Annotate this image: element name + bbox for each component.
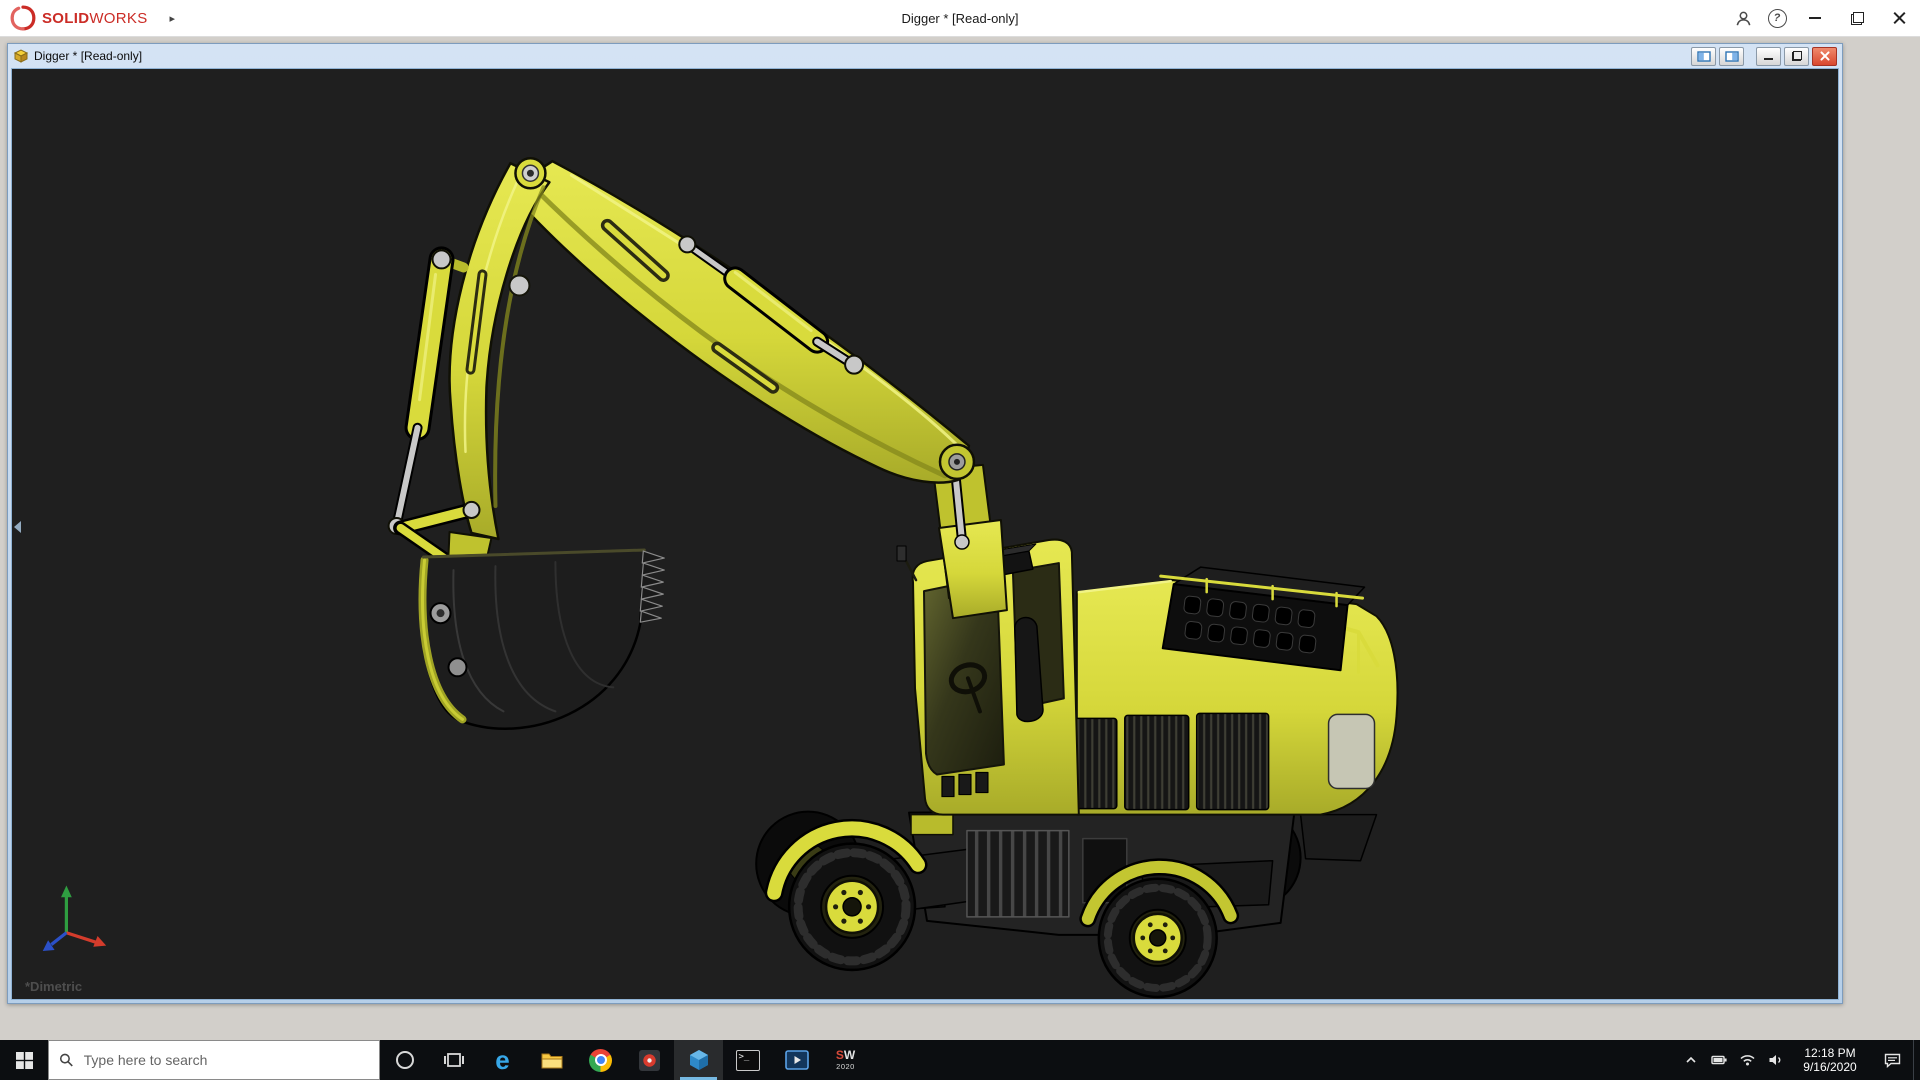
brand-name: SOLIDWORKS (42, 10, 148, 27)
pinned-app-button-blue[interactable] (772, 1040, 821, 1080)
show-desktop-button[interactable] (1913, 1040, 1920, 1080)
cortana-button[interactable] (380, 1040, 429, 1080)
side-grille (1197, 713, 1269, 809)
edge-button[interactable]: e (478, 1040, 527, 1080)
action-center-icon (1883, 1052, 1902, 1069)
side-grille (1125, 715, 1189, 809)
menu-flyout-arrow-icon[interactable]: ▸ (170, 12, 176, 25)
chrome-button[interactable] (576, 1040, 625, 1080)
file-explorer-icon (540, 1049, 564, 1071)
close-icon (1893, 12, 1906, 25)
screen: SOLIDWORKS ▸ Digger * [Read-only] ? (0, 0, 1920, 1080)
part-document-icon (13, 48, 29, 64)
collapsed-panel-arrow[interactable] (14, 521, 21, 533)
battery-icon (1711, 1052, 1728, 1068)
solidworks-2020-button[interactable]: SW 2020 (821, 1040, 870, 1080)
red-app-icon (638, 1049, 661, 1072)
rear-panel (1329, 714, 1375, 788)
search-input[interactable] (82, 1051, 369, 1069)
account-button[interactable] (1726, 0, 1760, 36)
task-view-icon (443, 1049, 465, 1071)
document-titlebar[interactable]: Digger * [Read-only] (8, 44, 1842, 68)
minimize-icon (1764, 58, 1773, 60)
windows-start-icon (16, 1052, 33, 1069)
start-button[interactable] (0, 1040, 48, 1080)
cortana-icon (394, 1049, 416, 1071)
network-status[interactable] (1733, 1040, 1761, 1080)
tray-overflow-button[interactable] (1677, 1040, 1705, 1080)
help-icon: ? (1768, 9, 1787, 28)
media-app-icon (785, 1050, 809, 1070)
graphics-viewport[interactable]: *Dimetric (11, 68, 1839, 1000)
app-close-button[interactable] (1878, 0, 1920, 36)
boom-base-pivot[interactable] (940, 445, 974, 479)
document-title: Digger * [Read-only] (34, 49, 142, 63)
boom-top-pivot[interactable] (515, 158, 545, 188)
bucket[interactable] (421, 532, 664, 729)
task-view-button[interactable] (429, 1040, 478, 1080)
workspace-background: Digger * [Read-only] (0, 36, 1920, 1040)
mirror (897, 546, 906, 561)
app-restore-button[interactable] (1836, 0, 1878, 36)
taskbar: e >_ (0, 1040, 1920, 1080)
volume-status[interactable] (1761, 1040, 1789, 1080)
view-orientation-label: *Dimetric (25, 979, 82, 994)
viewport-layout-icon-2 (1725, 51, 1739, 62)
solidworks-app-icon (687, 1048, 711, 1072)
minimize-icon (1809, 17, 1821, 19)
solidworks-taskbar-button[interactable] (674, 1040, 723, 1080)
solidworks-2020-icon: SW 2020 (836, 1049, 855, 1071)
excavator-model[interactable] (12, 69, 1838, 999)
boom-arm[interactable] (508, 161, 968, 482)
front-wheel[interactable] (789, 844, 915, 970)
orientation-triad[interactable] (32, 879, 118, 965)
taskbar-clock[interactable]: 12:18 PM 9/16/2020 (1789, 1046, 1871, 1074)
restore-icon (1792, 51, 1802, 61)
command-prompt-icon: >_ (736, 1050, 760, 1071)
doc-minimize-button[interactable] (1756, 47, 1781, 66)
edge-icon: e (495, 1047, 509, 1073)
wifi-icon (1739, 1052, 1756, 1068)
action-center-button[interactable] (1871, 1040, 1913, 1080)
y-axis-icon (61, 885, 72, 897)
document-window-controls (1688, 47, 1837, 66)
file-explorer-button[interactable] (527, 1040, 576, 1080)
doc-close-button[interactable] (1812, 47, 1837, 66)
viewport-layout-button-2[interactable] (1719, 47, 1744, 66)
taskbar-search[interactable] (48, 1040, 380, 1080)
search-icon (59, 1052, 74, 1068)
restore-icon (1851, 12, 1864, 25)
clock-date: 9/16/2020 (1789, 1060, 1871, 1074)
app-window-title: Digger * [Read-only] (0, 11, 1920, 26)
user-icon (1734, 9, 1753, 28)
brand: SOLIDWORKS ▸ (0, 5, 175, 31)
doc-restore-button[interactable] (1784, 47, 1809, 66)
app-minimize-button[interactable] (1794, 0, 1836, 36)
help-button[interactable]: ? (1760, 0, 1794, 36)
dassault-systemes-logo-icon (10, 5, 36, 31)
speaker-icon (1767, 1052, 1784, 1068)
document-window: Digger * [Read-only] (7, 43, 1843, 1004)
chrome-icon (589, 1049, 612, 1072)
rear-wheel[interactable] (1099, 879, 1217, 997)
app-window-controls: ? (1726, 0, 1920, 36)
pinned-app-button-red[interactable] (625, 1040, 674, 1080)
chevron-up-icon (1683, 1052, 1699, 1068)
bucket-teeth (640, 551, 664, 622)
viewport-layout-button-1[interactable] (1691, 47, 1716, 66)
viewport-layout-icon-1 (1697, 51, 1711, 62)
stick-pivot (509, 275, 529, 295)
app-titlebar: SOLIDWORKS ▸ Digger * [Read-only] ? (0, 0, 1920, 37)
close-icon (1820, 51, 1830, 61)
system-tray: 12:18 PM 9/16/2020 (1677, 1040, 1920, 1080)
battery-status[interactable] (1705, 1040, 1733, 1080)
clock-time: 12:18 PM (1789, 1046, 1871, 1060)
command-prompt-button[interactable]: >_ (723, 1040, 772, 1080)
